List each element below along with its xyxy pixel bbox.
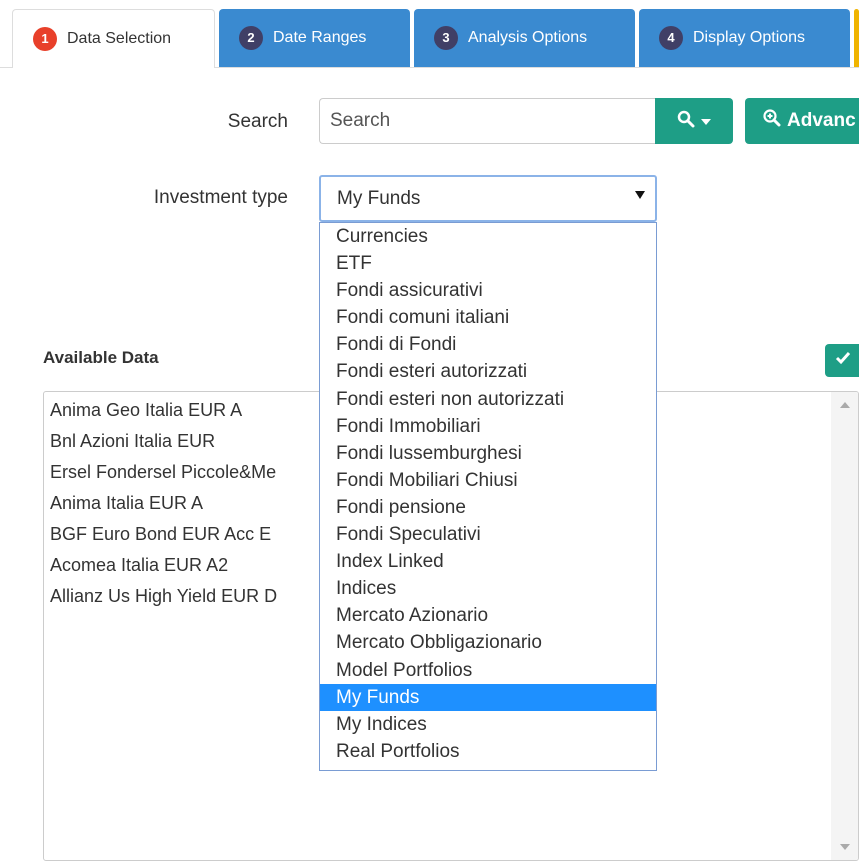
dropdown-option[interactable]: Currencies [320, 223, 656, 250]
investment-type-label: Investment type [153, 187, 288, 208]
search-icon [677, 110, 695, 133]
zoom-plus-icon [763, 109, 781, 133]
dropdown-option[interactable]: Mercato Azionario [320, 602, 656, 629]
dropdown-option[interactable]: Indices [320, 575, 656, 602]
tab-label: Data Selection [67, 30, 172, 47]
search-label: Search [227, 111, 288, 132]
dropdown-option[interactable]: My Indices [320, 711, 656, 738]
step-number-badge: 1 [33, 27, 57, 51]
tab-label: Analysis Options [468, 29, 588, 46]
confirm-button[interactable] [825, 344, 859, 377]
tab-display-options[interactable]: 4 Display Options [639, 9, 850, 67]
investment-type-select[interactable]: My Funds [319, 175, 657, 222]
investment-type-selected-value: My Funds [337, 187, 421, 209]
search-button[interactable] [655, 98, 733, 144]
dropdown-option[interactable]: Model Portfolios [320, 657, 656, 684]
dropdown-option[interactable]: ETF [320, 250, 656, 277]
step-number-badge: 2 [239, 26, 263, 50]
dropdown-option[interactable]: My Funds [320, 683, 656, 711]
scroll-up-arrow-icon[interactable] [840, 402, 850, 408]
advanced-search-label: Advanc [787, 110, 856, 131]
check-icon [835, 351, 851, 370]
dropdown-option[interactable]: Real Portfolios [320, 738, 656, 765]
scrollbar[interactable] [831, 392, 858, 860]
tab-label: Date Ranges [273, 29, 367, 46]
tab-label: Display Options [693, 29, 806, 46]
dropdown-option[interactable]: Fondi lussemburghesi [320, 440, 656, 467]
step-tabs: 1 Data Selection 2 Date Ranges 3 Analysi… [0, 0, 859, 68]
step-number-badge: 4 [659, 26, 683, 50]
dropdown-option[interactable]: Fondi esteri autorizzati [320, 358, 656, 385]
tab-analysis-options[interactable]: 3 Analysis Options [414, 9, 635, 67]
dropdown-option[interactable]: Fondi assicurativi [320, 277, 656, 304]
caret-down-icon [701, 112, 711, 130]
step-number-badge: 3 [434, 26, 458, 50]
dropdown-option[interactable]: Fondi comuni italiani [320, 304, 656, 331]
tab-next-partial[interactable] [854, 9, 859, 67]
dropdown-option[interactable]: Fondi di Fondi [320, 331, 656, 358]
dropdown-arrow-icon [635, 191, 645, 199]
dropdown-option[interactable]: Index Linked [320, 548, 656, 575]
available-data-title: Available Data [43, 348, 159, 367]
dropdown-option[interactable]: Fondi Mobiliari Chiusi [320, 467, 656, 494]
tab-date-ranges[interactable]: 2 Date Ranges [219, 9, 410, 67]
scroll-down-arrow-icon[interactable] [840, 844, 850, 850]
dropdown-option[interactable]: Fondi Immobiliari [320, 413, 656, 440]
advanced-search-button[interactable]: Advanc [745, 98, 859, 144]
dropdown-option[interactable]: Mercato Obbligazionario [320, 629, 656, 656]
tab-data-selection[interactable]: 1 Data Selection [12, 9, 215, 68]
dropdown-option[interactable]: Fondi pensione [320, 494, 656, 521]
investment-type-dropdown: Currencies ETF Fondi assicurativi Fondi com… [319, 222, 657, 771]
dropdown-option[interactable]: Fondi Speculativi [320, 521, 656, 548]
search-input[interactable] [319, 98, 656, 144]
dropdown-option[interactable]: Fondi esteri non autorizzati [320, 386, 656, 413]
